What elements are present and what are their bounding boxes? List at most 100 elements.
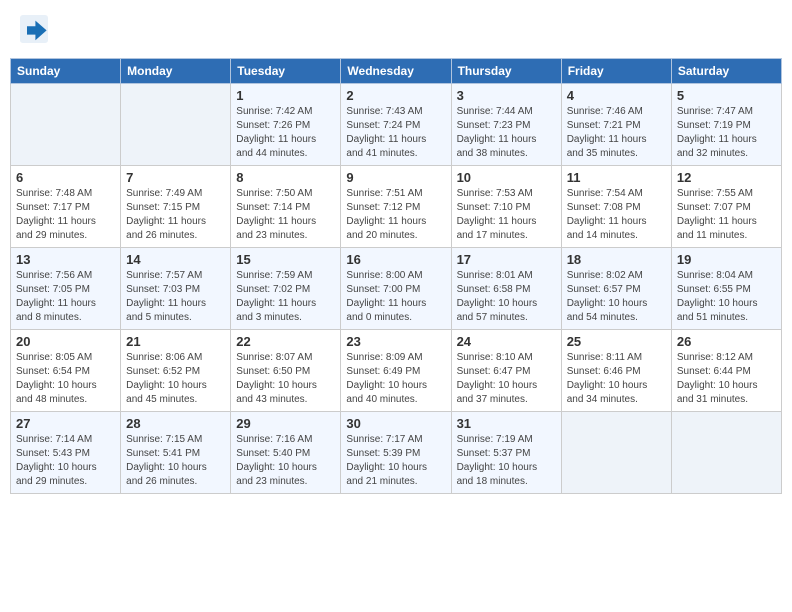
day-info: Sunrise: 7:15 AM Sunset: 5:41 PM Dayligh…	[126, 433, 225, 489]
day-number: 14	[126, 252, 225, 267]
calendar-day-cell: 8 Sunrise: 7:50 AM Sunset: 7:14 PM Daylig…	[231, 166, 341, 248]
calendar-day-cell: 31 Sunrise: 7:19 AM Sunset: 5:37 PM Dayli…	[451, 412, 561, 494]
day-number: 21	[126, 334, 225, 349]
day-info: Sunrise: 8:12 AM Sunset: 6:44 PM Dayligh…	[677, 351, 776, 407]
day-info: Sunrise: 7:56 AM Sunset: 7:05 PM Dayligh…	[16, 269, 115, 325]
logo	[20, 15, 52, 43]
day-number: 2	[346, 88, 445, 103]
calendar-day-cell	[671, 412, 781, 494]
day-number: 28	[126, 416, 225, 431]
day-info: Sunrise: 8:04 AM Sunset: 6:55 PM Dayligh…	[677, 269, 776, 325]
day-number: 8	[236, 170, 335, 185]
day-number: 17	[457, 252, 556, 267]
calendar-day-cell	[11, 84, 121, 166]
calendar-day-cell: 17 Sunrise: 8:01 AM Sunset: 6:58 PM Dayli…	[451, 248, 561, 330]
calendar-day-cell: 16 Sunrise: 8:00 AM Sunset: 7:00 PM Dayli…	[341, 248, 451, 330]
day-info: Sunrise: 7:50 AM Sunset: 7:14 PM Dayligh…	[236, 187, 335, 243]
day-info: Sunrise: 8:01 AM Sunset: 6:58 PM Dayligh…	[457, 269, 556, 325]
column-header-monday: Monday	[121, 59, 231, 84]
day-number: 31	[457, 416, 556, 431]
day-info: Sunrise: 8:11 AM Sunset: 6:46 PM Dayligh…	[567, 351, 666, 407]
day-info: Sunrise: 8:05 AM Sunset: 6:54 PM Dayligh…	[16, 351, 115, 407]
column-header-wednesday: Wednesday	[341, 59, 451, 84]
calendar-week-row: 1Sunrise: 7:42 AM Sunset: 7:26 PM Daylig…	[11, 84, 782, 166]
calendar-day-cell: 30 Sunrise: 7:17 AM Sunset: 5:39 PM Dayli…	[341, 412, 451, 494]
day-number: 20	[16, 334, 115, 349]
column-header-saturday: Saturday	[671, 59, 781, 84]
day-info: Sunrise: 7:44 AM Sunset: 7:23 PM Dayligh…	[457, 105, 556, 161]
day-info: Sunrise: 8:07 AM Sunset: 6:50 PM Dayligh…	[236, 351, 335, 407]
day-number: 4	[567, 88, 666, 103]
day-info: Sunrise: 7:17 AM Sunset: 5:39 PM Dayligh…	[346, 433, 445, 489]
day-info: Sunrise: 7:59 AM Sunset: 7:02 PM Dayligh…	[236, 269, 335, 325]
day-info: Sunrise: 8:02 AM Sunset: 6:57 PM Dayligh…	[567, 269, 666, 325]
column-header-friday: Friday	[561, 59, 671, 84]
calendar-day-cell: 28 Sunrise: 7:15 AM Sunset: 5:41 PM Dayli…	[121, 412, 231, 494]
calendar-day-cell: 13 Sunrise: 7:56 AM Sunset: 7:05 PM Dayli…	[11, 248, 121, 330]
day-info: Sunrise: 7:16 AM Sunset: 5:40 PM Dayligh…	[236, 433, 335, 489]
day-info: Sunrise: 7:54 AM Sunset: 7:08 PM Dayligh…	[567, 187, 666, 243]
day-info: Sunrise: 8:09 AM Sunset: 6:49 PM Dayligh…	[346, 351, 445, 407]
day-number: 13	[16, 252, 115, 267]
calendar-day-cell: 6Sunrise: 7:48 AM Sunset: 7:17 PM Daylig…	[11, 166, 121, 248]
day-info: Sunrise: 7:46 AM Sunset: 7:21 PM Dayligh…	[567, 105, 666, 161]
calendar-day-cell: 15 Sunrise: 7:59 AM Sunset: 7:02 PM Dayli…	[231, 248, 341, 330]
calendar-day-cell: 18 Sunrise: 8:02 AM Sunset: 6:57 PM Dayli…	[561, 248, 671, 330]
day-info: Sunrise: 7:55 AM Sunset: 7:07 PM Dayligh…	[677, 187, 776, 243]
day-number: 25	[567, 334, 666, 349]
day-number: 18	[567, 252, 666, 267]
column-header-sunday: Sunday	[11, 59, 121, 84]
calendar-day-cell: 21 Sunrise: 8:06 AM Sunset: 6:52 PM Dayli…	[121, 330, 231, 412]
calendar-week-row: 6Sunrise: 7:48 AM Sunset: 7:17 PM Daylig…	[11, 166, 782, 248]
calendar-day-cell: 1Sunrise: 7:42 AM Sunset: 7:26 PM Daylig…	[231, 84, 341, 166]
day-number: 26	[677, 334, 776, 349]
calendar-day-cell: 19 Sunrise: 8:04 AM Sunset: 6:55 PM Dayli…	[671, 248, 781, 330]
day-number: 5	[677, 88, 776, 103]
calendar-day-cell: 4 Sunrise: 7:46 AM Sunset: 7:21 PM Daylig…	[561, 84, 671, 166]
calendar-day-cell: 27Sunrise: 7:14 AM Sunset: 5:43 PM Dayli…	[11, 412, 121, 494]
day-info: Sunrise: 8:10 AM Sunset: 6:47 PM Dayligh…	[457, 351, 556, 407]
calendar-day-cell: 29 Sunrise: 7:16 AM Sunset: 5:40 PM Dayli…	[231, 412, 341, 494]
day-number: 12	[677, 170, 776, 185]
calendar-day-cell: 2 Sunrise: 7:43 AM Sunset: 7:24 PM Daylig…	[341, 84, 451, 166]
calendar-day-cell: 22 Sunrise: 8:07 AM Sunset: 6:50 PM Dayli…	[231, 330, 341, 412]
day-info: Sunrise: 7:49 AM Sunset: 7:15 PM Dayligh…	[126, 187, 225, 243]
calendar-day-cell: 25 Sunrise: 8:11 AM Sunset: 6:46 PM Dayli…	[561, 330, 671, 412]
day-info: Sunrise: 7:48 AM Sunset: 7:17 PM Dayligh…	[16, 187, 115, 243]
calendar-day-cell: 12 Sunrise: 7:55 AM Sunset: 7:07 PM Dayli…	[671, 166, 781, 248]
calendar-week-row: 20 Sunrise: 8:05 AM Sunset: 6:54 PM Dayli…	[11, 330, 782, 412]
day-number: 7	[126, 170, 225, 185]
day-number: 15	[236, 252, 335, 267]
calendar-day-cell: 23 Sunrise: 8:09 AM Sunset: 6:49 PM Dayli…	[341, 330, 451, 412]
day-info: Sunrise: 7:19 AM Sunset: 5:37 PM Dayligh…	[457, 433, 556, 489]
calendar-day-cell: 11Sunrise: 7:54 AM Sunset: 7:08 PM Dayli…	[561, 166, 671, 248]
logo-icon	[20, 15, 48, 43]
calendar-day-cell: 26 Sunrise: 8:12 AM Sunset: 6:44 PM Dayli…	[671, 330, 781, 412]
day-number: 10	[457, 170, 556, 185]
day-info: Sunrise: 7:51 AM Sunset: 7:12 PM Dayligh…	[346, 187, 445, 243]
calendar-day-cell: 3Sunrise: 7:44 AM Sunset: 7:23 PM Daylig…	[451, 84, 561, 166]
day-number: 24	[457, 334, 556, 349]
calendar-day-cell: 10 Sunrise: 7:53 AM Sunset: 7:10 PM Dayli…	[451, 166, 561, 248]
day-number: 22	[236, 334, 335, 349]
calendar-day-cell: 5Sunrise: 7:47 AM Sunset: 7:19 PM Daylig…	[671, 84, 781, 166]
calendar-header-row: SundayMondayTuesdayWednesdayThursdayFrid…	[11, 59, 782, 84]
day-number: 16	[346, 252, 445, 267]
calendar-day-cell	[561, 412, 671, 494]
calendar-day-cell	[121, 84, 231, 166]
day-info: Sunrise: 8:06 AM Sunset: 6:52 PM Dayligh…	[126, 351, 225, 407]
column-header-tuesday: Tuesday	[231, 59, 341, 84]
day-number: 30	[346, 416, 445, 431]
day-number: 29	[236, 416, 335, 431]
day-info: Sunrise: 7:53 AM Sunset: 7:10 PM Dayligh…	[457, 187, 556, 243]
day-number: 19	[677, 252, 776, 267]
column-header-thursday: Thursday	[451, 59, 561, 84]
calendar-day-cell: 14 Sunrise: 7:57 AM Sunset: 7:03 PM Dayli…	[121, 248, 231, 330]
day-info: Sunrise: 7:57 AM Sunset: 7:03 PM Dayligh…	[126, 269, 225, 325]
page-header	[10, 10, 782, 48]
day-info: Sunrise: 7:14 AM Sunset: 5:43 PM Dayligh…	[16, 433, 115, 489]
calendar-day-cell: 7 Sunrise: 7:49 AM Sunset: 7:15 PM Daylig…	[121, 166, 231, 248]
day-info: Sunrise: 7:43 AM Sunset: 7:24 PM Dayligh…	[346, 105, 445, 161]
day-info: Sunrise: 8:00 AM Sunset: 7:00 PM Dayligh…	[346, 269, 445, 325]
day-number: 23	[346, 334, 445, 349]
